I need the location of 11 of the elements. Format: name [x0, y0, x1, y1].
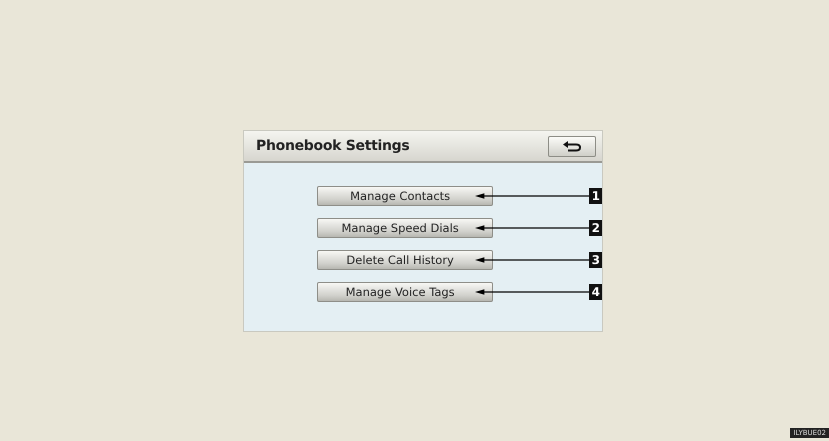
callout-number: 1 — [589, 188, 602, 204]
callout-number: 2 — [589, 220, 602, 236]
menu-button[interactable]: Delete Call History — [317, 250, 494, 270]
menu-button[interactable]: Manage Contacts — [317, 186, 494, 206]
menu-button[interactable]: Manage Voice Tags — [317, 282, 494, 302]
callout-number: 4 — [589, 284, 602, 300]
return-arrow-icon — [562, 140, 582, 152]
menu-button[interactable]: Manage Speed Dials — [317, 218, 494, 238]
back-button[interactable] — [548, 136, 596, 156]
callout-number: 3 — [589, 252, 602, 268]
screen-title: Phonebook Settings — [256, 138, 410, 154]
